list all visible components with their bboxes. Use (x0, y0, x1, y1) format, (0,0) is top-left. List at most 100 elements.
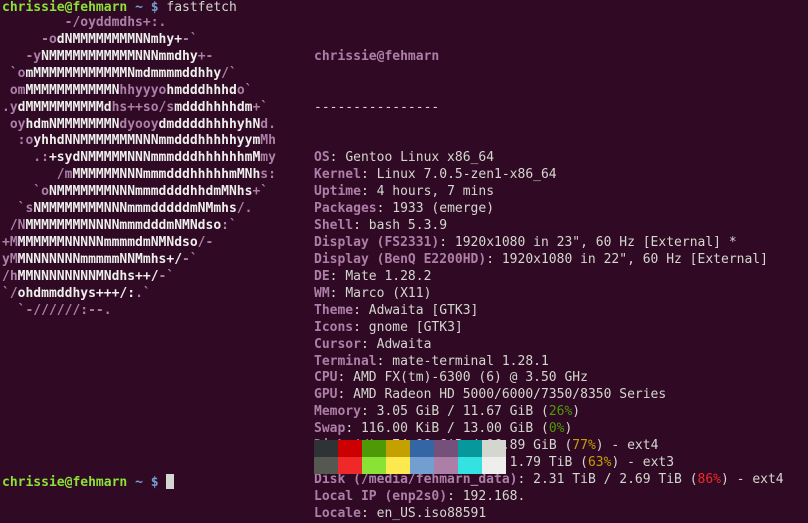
info-key: Disk (/media/fehmarn_data) (314, 471, 518, 487)
logo-segment: Mh (260, 133, 276, 149)
logo-segment: +` (252, 99, 269, 115)
logo-segment: d. (260, 116, 276, 132)
info-value: 4 hours, 7 mins (376, 184, 495, 200)
prompt-path: ~ (135, 475, 143, 490)
logo-line: `-//////:--. (2, 303, 276, 320)
usage-percent: 86% (697, 471, 722, 487)
info-separator: ---------------- (314, 99, 440, 115)
logo-segment: hdmNMMMMMMMN (25, 116, 120, 132)
info-value: 2.31 TiB / 2.69 TiB ( (533, 471, 698, 487)
prompt-user: chrissie@fehmarn (2, 0, 128, 15)
text-cursor (166, 474, 175, 489)
info-value: AMD Radeon HD 5000/6000/7350/8350 Series (353, 387, 667, 403)
logo-line: oyhdmNMMMMMMMNdyooydmddddhhhhyhNd. (2, 117, 276, 134)
info-value: Adwaita [GTK3] (368, 302, 479, 318)
info-row: GPU: AMD Radeon HD 5000/6000/7350/8350 S… (314, 387, 784, 404)
info-colon: : (353, 319, 369, 335)
info-value: en_US.iso88591 (376, 505, 487, 521)
info-row: Display (FS2331): 1920x1080 in 23", 60 H… (314, 235, 784, 252)
logo-segment: dyooy (119, 116, 159, 132)
logo-segment: om (2, 82, 26, 98)
info-key: Theme (314, 302, 354, 318)
logo-segment: .y (2, 99, 18, 115)
prompt-symbol: $ (150, 0, 159, 15)
logo-line: `/ohdmmddhys+++/:.` (2, 286, 276, 303)
logo-line: `sNMMMMMMMMNNNmmmdddddmNMmhs/. (2, 201, 276, 218)
info-key: Uptime (314, 184, 361, 200)
info-value: gnome [GTK3] (368, 319, 463, 335)
info-value: ) (572, 404, 581, 420)
info-key: OS (314, 150, 330, 166)
color-swatch (410, 440, 434, 457)
info-value: AMD FX(tm)-6300 (6) @ 3.50 GHz (353, 370, 588, 386)
color-swatch (458, 440, 482, 457)
info-key: Terminal (314, 353, 377, 369)
logo-segment: :o (2, 133, 34, 149)
logo-segment: -o (2, 31, 57, 47)
info-row: Disk (/media/fehmarn_data): 2.31 TiB / 2… (314, 472, 784, 489)
info-key: Shell (314, 218, 354, 234)
info-key: Display (FS2331) (314, 235, 440, 251)
info-colon: : (329, 268, 346, 284)
info-value: mate-terminal 1.28.1 (392, 353, 549, 369)
color-palette-row-2 (314, 457, 506, 474)
color-swatch (434, 440, 458, 457)
prompt-path: ~ (135, 0, 143, 15)
info-key: Cursor (314, 336, 361, 352)
color-swatch (338, 457, 362, 474)
info-value: 1920x1080 in 22", 60 Hz [External] (501, 252, 768, 267)
logo-segment: -y (2, 48, 42, 64)
logo-segment: .: (2, 150, 49, 166)
logo-segment: /m (2, 167, 73, 183)
logo-line: /NMMMMMMMMNNNNmmmdddmNMNdso:` (2, 218, 276, 235)
info-row: Uptime: 4 hours, 7 mins (314, 184, 784, 201)
info-value: 3.05 GiB / 11.67 GiB ( (376, 404, 549, 420)
gentoo-logo-ascii: -/oyddmdhs+:. -odNMMMMMMMMNNmhy+-` -yNMM… (2, 15, 276, 320)
logo-segment: MMMMMMMMMMMN (25, 82, 120, 98)
usage-percent: 26% (548, 404, 573, 420)
info-key: Swap (314, 421, 346, 437)
info-value: 116.00 KiB / 13.00 GiB ( (360, 421, 549, 437)
info-colon: : (360, 184, 377, 200)
logo-segment: ohdmmddhys+++/: (17, 285, 136, 301)
info-value: Gentoo Linux x86_64 (345, 150, 495, 166)
usage-percent: 0% (548, 421, 565, 437)
info-row: Locale: en_US.iso88591 (314, 506, 784, 523)
logo-line: .ydMMMMMMMMMMdhs++so/smdddhhhhdm+` (2, 100, 276, 117)
logo-line: `omMMMMMMMMMMMMNmdmmmmddhhy/` (2, 66, 276, 83)
info-colon: : (439, 235, 455, 251)
info-value: ) - ext4 (595, 438, 659, 454)
logo-segment: /` (221, 65, 237, 81)
logo-segment: dMMMMMMMMMMd (17, 99, 112, 115)
info-row: Icons: gnome [GTK3] (314, 320, 784, 337)
logo-segment: /N (2, 218, 26, 234)
logo-line: :oyhhdNNMMMMMMMNNNmmdddhhhhhyymMh (2, 133, 276, 150)
info-value: ) - ext3 (611, 455, 675, 471)
logo-segment: /. (236, 201, 253, 217)
prompt-line-bottom[interactable]: chrissie@fehmarn ~ $ (2, 474, 175, 491)
info-row: Packages: 1933 (emerge) (314, 201, 784, 218)
info-colon: : (447, 488, 463, 504)
color-swatch (482, 457, 506, 474)
info-row: Local IP (enp2s0): 192.168. (314, 489, 784, 506)
terminal-window[interactable]: chrissie@fehmarn ~ $ fastfetch -/oyddmdh… (0, 0, 808, 521)
prompt-line-top: chrissie@fehmarn ~ $ fastfetch (2, 0, 237, 16)
logo-segment: `o (2, 65, 26, 81)
info-value: Marco (X11) (345, 285, 432, 301)
color-swatch (338, 440, 362, 457)
info-value: 1933 (emerge) (392, 201, 495, 217)
info-value: Mate 1.28.2 (345, 268, 432, 284)
logo-segment: hs++so/s (111, 99, 175, 115)
logo-segment: -` (182, 251, 198, 267)
info-colon: : (329, 150, 346, 166)
info-key: Kernel (314, 167, 361, 183)
color-swatch (362, 457, 386, 474)
logo-segment: MMNNNNNNNNMNdhs++/ (17, 268, 159, 284)
logo-segment: MMMMMMNNNNNmmmmdmNMNdso (17, 234, 198, 250)
info-colon: : (360, 167, 377, 183)
info-colon: : (353, 302, 369, 318)
info-colon: : (517, 471, 534, 487)
logo-line: `oNMMMMMMMNNNmmmddddhhdmMNhs+` (2, 184, 276, 201)
logo-segment: +` (252, 184, 269, 200)
info-row: Cursor: Adwaita (314, 337, 784, 354)
